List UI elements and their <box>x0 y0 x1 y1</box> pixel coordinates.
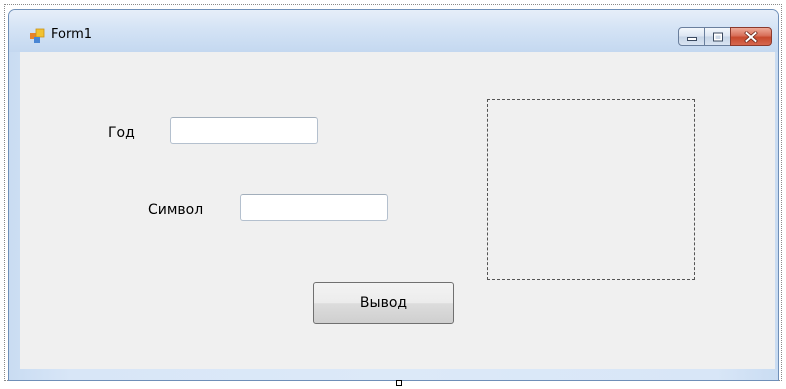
minimize-icon <box>686 36 697 41</box>
picture-box <box>487 99 695 280</box>
window-title: Form1 <box>51 27 93 42</box>
close-button[interactable] <box>730 27 772 46</box>
form-window: Form1 Год Символ Вывод <box>8 9 779 381</box>
resize-handle[interactable] <box>396 380 402 386</box>
form-client-area: Год Символ Вывод <box>20 52 775 369</box>
minimize-button[interactable] <box>678 27 705 46</box>
close-icon <box>744 31 758 42</box>
output-button[interactable]: Вывод <box>313 282 454 324</box>
maximize-button[interactable] <box>704 27 731 46</box>
form-app-icon <box>29 28 45 44</box>
year-input[interactable] <box>170 117 318 144</box>
symbol-label: Символ <box>148 202 204 218</box>
year-label: Год <box>108 125 135 141</box>
maximize-icon <box>712 32 723 41</box>
symbol-input[interactable] <box>240 194 388 221</box>
title-bar[interactable]: Form1 <box>9 10 778 52</box>
caption-buttons <box>678 27 772 46</box>
